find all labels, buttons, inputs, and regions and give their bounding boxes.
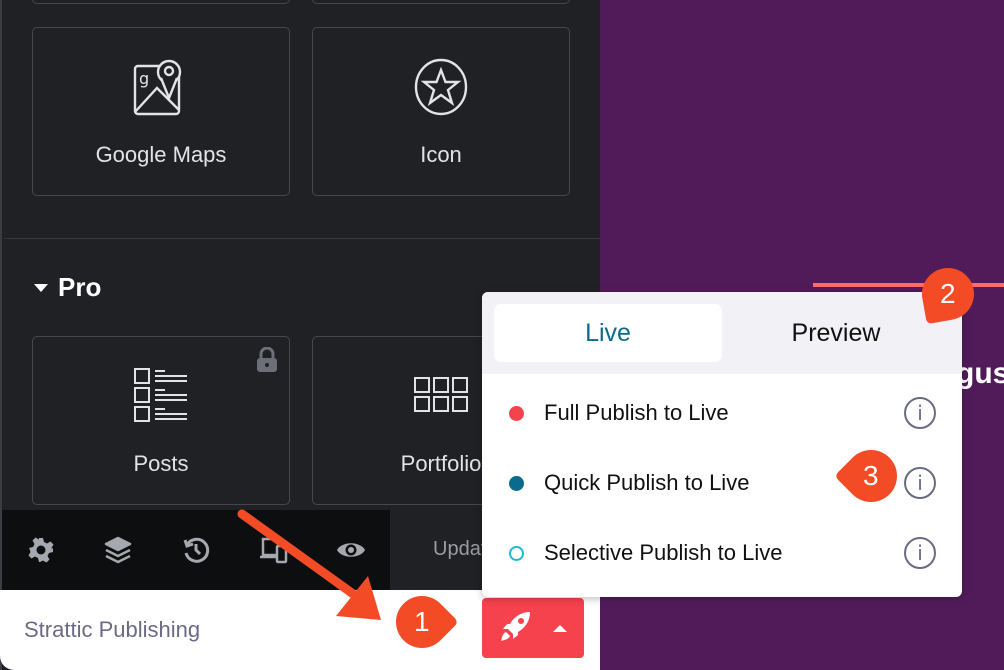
publish-menu-button[interactable]: [482, 598, 584, 658]
widget-label: Icon: [420, 142, 462, 167]
option-label: Full Publish to Live: [544, 400, 729, 425]
gear-icon[interactable]: [2, 536, 80, 564]
history-icon[interactable]: [157, 536, 235, 564]
decorative-line: [813, 283, 1004, 287]
svg-text:g: g: [139, 69, 149, 88]
canvas-heading-fragment: gus: [956, 357, 1004, 390]
strattic-title: Strattic Publishing: [24, 617, 201, 642]
publish-tabs: Live Preview: [482, 292, 962, 374]
section-toggle-pro[interactable]: Pro: [34, 272, 101, 303]
tab-live[interactable]: Live: [494, 304, 722, 362]
tab-preview[interactable]: Preview: [722, 304, 950, 362]
widget-label: Posts: [133, 451, 189, 476]
info-icon[interactable]: i: [904, 537, 936, 569]
rocket-icon: [499, 609, 533, 648]
posts-list-icon: [133, 367, 189, 428]
star-circle-icon: [412, 58, 470, 121]
option-label: Quick Publish to Live: [544, 470, 750, 495]
section-title: Pro: [58, 272, 102, 302]
info-icon[interactable]: i: [904, 467, 936, 499]
layers-icon[interactable]: [80, 535, 158, 565]
google-maps-icon: g: [133, 58, 189, 121]
annotation-arrow: [237, 509, 381, 620]
widget-card-icon[interactable]: Icon: [312, 27, 570, 196]
badge-number: 3: [863, 460, 879, 492]
status-dot-red: [509, 405, 524, 421]
widget-card-posts[interactable]: Posts: [32, 336, 290, 505]
option-selective-publish[interactable]: Selective Publish to Live i: [482, 518, 962, 588]
portfolio-grid-icon: [414, 377, 468, 418]
caret-up-icon: [553, 624, 567, 632]
caret-down-icon: [34, 283, 48, 292]
option-full-publish[interactable]: Full Publish to Live i: [482, 378, 962, 448]
badge-number: 2: [940, 278, 956, 310]
badge-number: 1: [414, 605, 430, 637]
widget-card-partial[interactable]: [32, 0, 290, 4]
widget-card-partial[interactable]: [312, 0, 570, 4]
option-label: Selective Publish to Live: [544, 540, 783, 565]
section-divider: [4, 238, 602, 239]
status-dot-blue: [509, 475, 524, 491]
publish-dropdown: Live Preview Full Publish to Live i Quic…: [482, 292, 962, 597]
lock-icon: [255, 346, 279, 378]
info-icon[interactable]: i: [904, 397, 936, 429]
widget-card-google-maps[interactable]: g Google Maps: [32, 27, 290, 196]
status-dot-outline: [509, 545, 524, 561]
widget-label: Google Maps: [95, 142, 227, 167]
